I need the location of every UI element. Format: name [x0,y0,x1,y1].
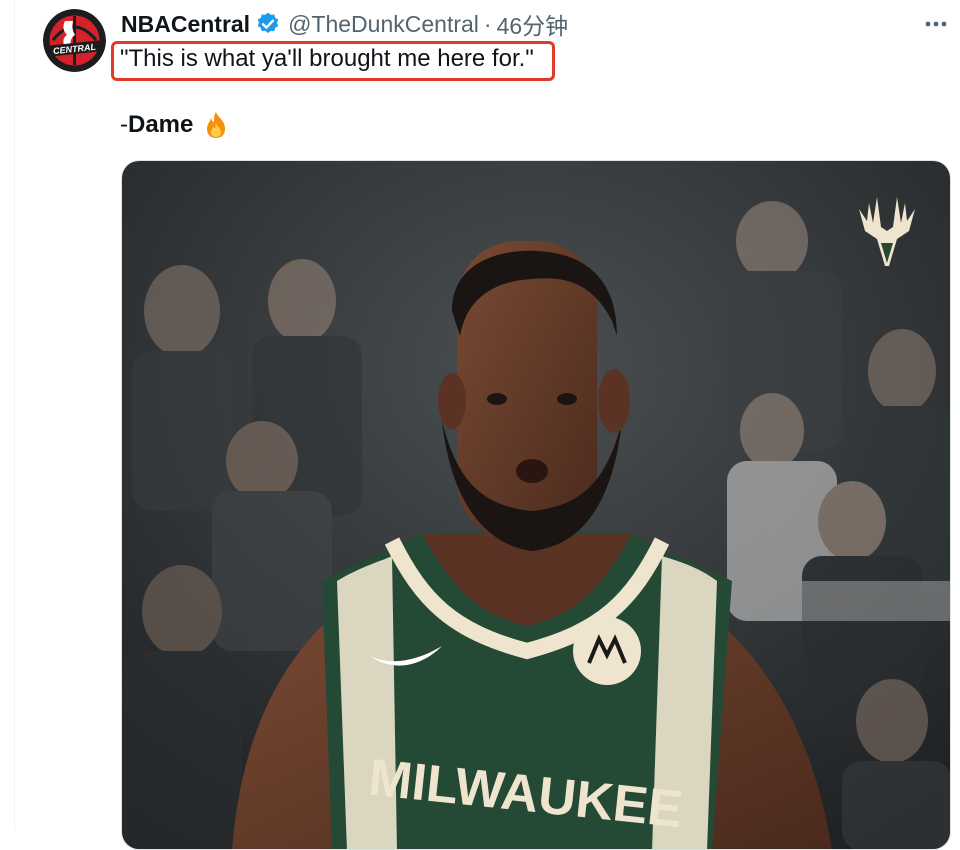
more-horizontal-icon [925,21,947,27]
user-handle[interactable]: @TheDunkCentral [288,11,479,38]
tweet-text-signature: - Dame [120,110,231,140]
display-name[interactable]: NBACentral [121,11,250,38]
nba-central-logo-icon: CENTRAL [43,9,106,72]
avatar[interactable]: CENTRAL [43,9,106,72]
signature-name: Dame [128,111,194,138]
timestamp[interactable]: 46分钟 [497,7,569,41]
tweet-card[interactable]: CENTRAL NBACentral @TheDunkCentral · 46分… [0,0,960,850]
verified-badge-icon [255,11,281,37]
signature-dash: - [120,111,128,138]
separator-dot: · [483,10,492,37]
fire-emoji-icon [201,110,231,140]
tweet-text-quote: "This is what ya'll brought me here for.… [120,45,534,72]
video-frame: MILWAUKEE [122,161,950,849]
tweet-header: NBACentral @TheDunkCentral · 46分钟 [121,7,569,41]
more-options-button[interactable] [922,10,950,38]
tweet-media-video[interactable]: MILWAUKEE [121,160,951,850]
